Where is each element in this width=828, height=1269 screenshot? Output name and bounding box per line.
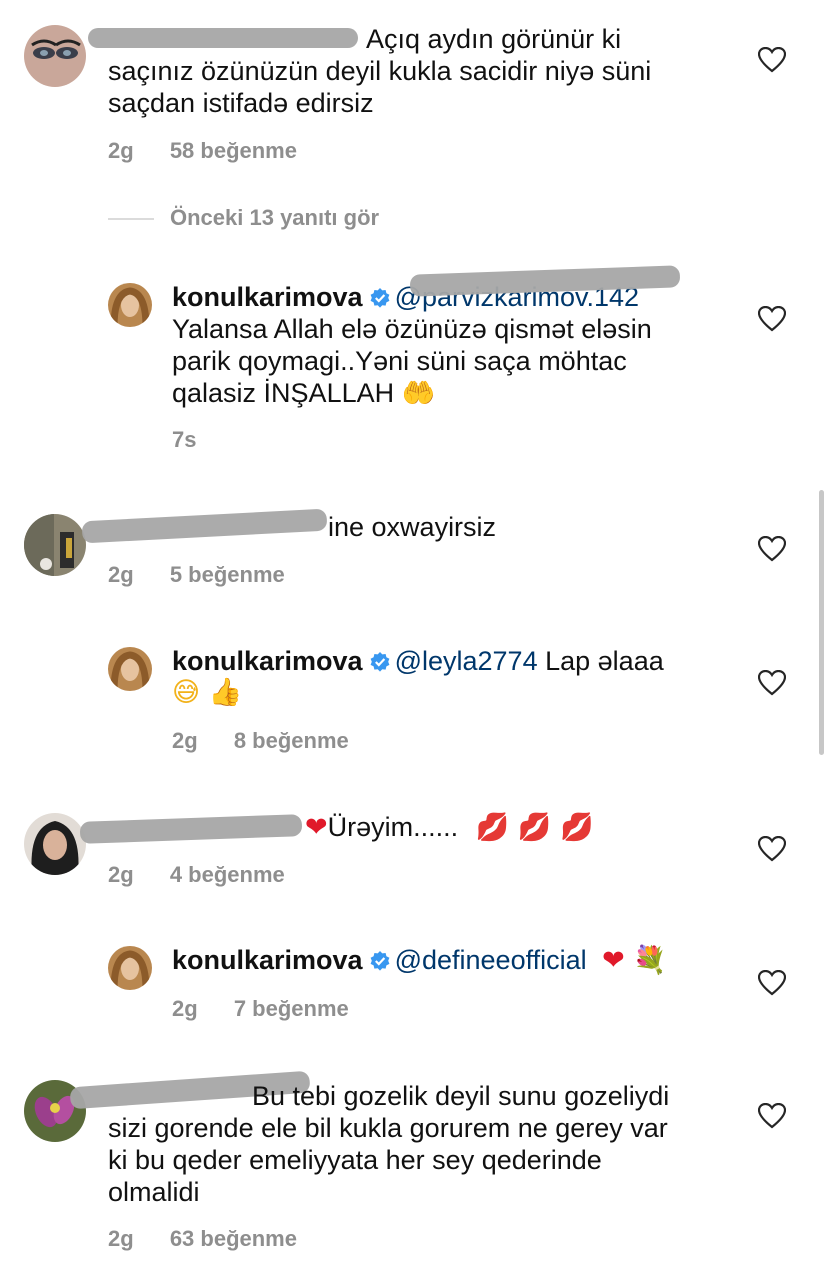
timestamp: 2g (108, 138, 134, 163)
likes-count[interactable]: 63 beğenme (170, 1226, 297, 1251)
scrollbar[interactable] (819, 490, 824, 755)
heart-outline-icon[interactable] (758, 670, 786, 696)
heart-bouquet-emoji: ❤ 💐 (602, 945, 667, 976)
username[interactable]: konulkarimova (172, 646, 363, 676)
verified-badge-icon (370, 652, 389, 672)
divider (108, 218, 154, 221)
heart-outline-icon[interactable] (758, 306, 786, 332)
avatar[interactable] (108, 283, 152, 327)
comment-text-line: parik qoymagi..Yəni süni saça möhtac (172, 346, 627, 376)
timestamp: 2g (172, 728, 198, 753)
redacted-username (81, 508, 328, 544)
view-previous-label[interactable]: Önceki 13 yanıtı gör (170, 205, 379, 230)
avatar[interactable] (24, 514, 86, 576)
heart-outline-icon[interactable] (758, 536, 786, 562)
comment-text-line: ki bu qeder emeliyyata her sey qederinde (108, 1145, 602, 1175)
heart-outline-icon[interactable] (758, 47, 786, 73)
likes-count[interactable]: 8 beğenme (234, 728, 349, 753)
kiss-emoji-row: 💋 💋 💋 (475, 812, 594, 843)
mention-link[interactable]: @defineeofficial (395, 945, 587, 975)
likes-count[interactable]: 5 beğenme (170, 562, 285, 587)
mention-link[interactable]: @leyla2774 (395, 646, 538, 676)
likes-count[interactable]: 4 beğenme (170, 862, 285, 887)
username[interactable]: konulkarimova (172, 282, 363, 312)
comment-text: Açıq aydın görünür ki (366, 24, 622, 54)
view-previous-replies[interactable]: Önceki 13 yanıtı gör (108, 205, 379, 231)
comment-text-line: qalasiz İNŞALLAH (172, 378, 395, 408)
verified-badge-icon (370, 288, 389, 308)
comment-text: Lap əlaaa (545, 646, 664, 676)
avatar[interactable] (108, 647, 152, 691)
comment-text: ine oxwayirsiz (328, 512, 497, 542)
comment-text-line: saçınız özünüzün deyil kukla sacidir niy… (108, 56, 652, 86)
heart-outline-icon[interactable] (758, 1103, 786, 1129)
likes-count[interactable]: 58 beğenme (170, 138, 297, 163)
comment-text-line: Yalansa Allah elə özünüzə qismət eləsin (172, 314, 652, 344)
username[interactable]: konulkarimova (172, 945, 363, 975)
timestamp: 2g (108, 862, 134, 887)
comment-text: Ürəyim...... (327, 812, 459, 842)
comment-text-line: olmalidi (108, 1177, 200, 1207)
avatar[interactable] (108, 946, 152, 990)
heart-outline-icon[interactable] (758, 836, 786, 862)
likes-count[interactable]: 7 beğenme (234, 996, 349, 1021)
avatar[interactable] (24, 25, 86, 87)
heart-outline-icon[interactable] (758, 970, 786, 996)
timestamp: 2g (172, 996, 198, 1021)
comment-text: Bu tebi gozelik deyil sunu gozeliydi (252, 1081, 670, 1111)
raised-hands-emoji: 🤲 (401, 378, 436, 409)
timestamp: 2g (108, 1226, 134, 1251)
redacted-username (79, 814, 303, 844)
comment-text-line: saçdan istifadə edirsiz (108, 88, 374, 118)
emoji-row: 😅 👍 (172, 677, 243, 708)
timestamp: 2g (108, 562, 134, 587)
timestamp: 7s (172, 427, 197, 452)
avatar[interactable] (24, 813, 86, 875)
verified-badge-icon (370, 951, 389, 971)
heart-emoji: ❤ (305, 812, 328, 843)
comment-text-line: sizi gorende ele bil kukla gorurem ne ge… (108, 1113, 668, 1143)
